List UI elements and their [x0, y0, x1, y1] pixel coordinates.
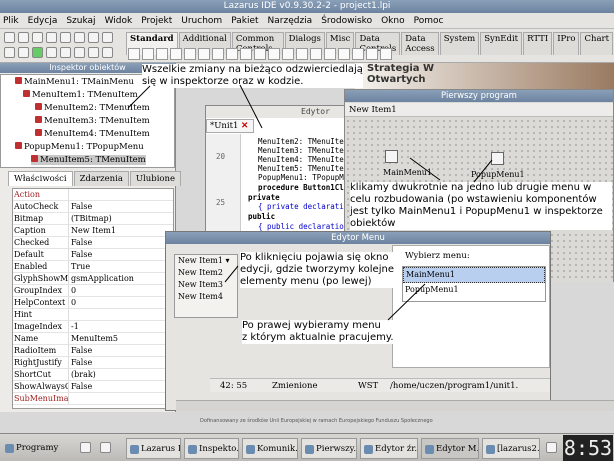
task-lazarus[interactable]: Lazarus I... — [126, 438, 181, 459]
task-komunikaty[interactable]: Komunik... — [242, 438, 298, 459]
annotation-arrows — [127, 84, 493, 321]
arrow-3 — [409, 157, 441, 181]
arrow-1 — [127, 85, 151, 109]
arrow-2 — [239, 84, 263, 129]
task-terminal[interactable]: [lazarus2... — [482, 438, 540, 459]
show-desktop-icon[interactable] — [80, 442, 91, 453]
arrow-5 — [224, 265, 239, 283]
task-edytor-menu[interactable]: Edytor M... — [421, 438, 479, 459]
tray-icon[interactable] — [546, 442, 557, 453]
task-pierwszy-program[interactable]: Pierwszy... — [301, 438, 357, 459]
start-menu-button[interactable]: Programy — [2, 438, 74, 459]
task-edytor-zrodel[interactable]: Edytor źr... — [360, 438, 418, 459]
file-manager-icon[interactable] — [100, 442, 111, 453]
arrow-4 — [473, 159, 493, 183]
taskbar: Programy Lazarus I... Inspekto... Komuni… — [0, 433, 614, 461]
task-inspektor[interactable]: Inspekto... — [184, 438, 239, 459]
clock: 8:53 — [563, 435, 613, 461]
arrow-6 — [387, 283, 426, 321]
